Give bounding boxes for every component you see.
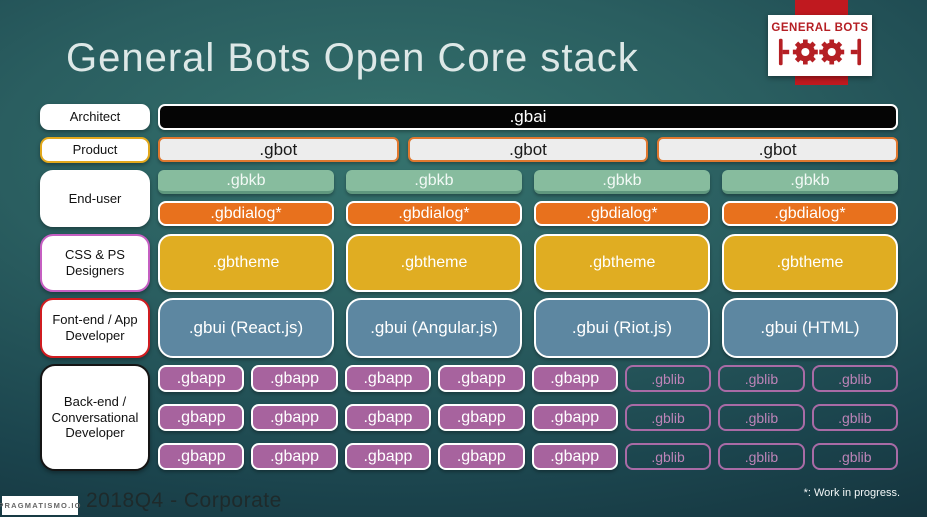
gbapp-box: .gbapp (251, 365, 338, 392)
role-label-frontend-developer: Font-end / App Developer (40, 298, 150, 358)
gblib-box: .gblib (718, 443, 805, 470)
gblib-box: .gblib (624, 443, 712, 470)
brand-logo: GENERAL BOTS (768, 15, 872, 76)
gbapp-box: .gbapp (531, 365, 618, 392)
role-label-backend-developer: Back-end / Conversational Developer (40, 364, 150, 471)
gblib-box: .gblib (624, 365, 712, 392)
gbdialog-row: .gbdialog* .gbdialog* .gbdialog* .gbdial… (158, 201, 898, 226)
footer-caption: 2018Q4 - Corporate (86, 489, 282, 512)
gbapp-box: .gbapp (158, 404, 245, 431)
stack-diagram: Architect Product End-user CSS & PS Desi… (40, 104, 899, 472)
gbai-row: .gbai (158, 104, 898, 130)
gbui-box: .gbui (Angular.js) (346, 298, 522, 358)
gbot-box: .gbot (657, 137, 899, 162)
page-title: General Bots Open Core stack (66, 36, 639, 80)
gbdialog-box: .gbdialog* (722, 201, 898, 226)
gbapp-box: .gbapp (158, 443, 245, 470)
gblib-box: .gblib (718, 365, 805, 392)
gblib-box: .gblib (811, 404, 898, 431)
gbapp-box: .gbapp (438, 443, 525, 470)
gbdialog-box: .gbdialog* (158, 201, 334, 226)
gbapp-box: .gbapp (158, 365, 245, 392)
gbapp-row: .gbapp .gbapp .gbapp .gbapp .gbapp .gbli… (158, 404, 898, 431)
gbapp-box: .gbapp (531, 404, 618, 431)
gbtheme-box: .gbtheme (722, 234, 898, 292)
brand-name: GENERAL BOTS (771, 22, 869, 34)
gbapp-row: .gbapp .gbapp .gbapp .gbapp .gbapp .gbli… (158, 443, 898, 470)
gbapp-box: .gbapp (344, 443, 432, 470)
role-label-architect: Architect (40, 104, 150, 130)
gbot-row: .gbot .gbot .gbot (158, 137, 899, 162)
gblib-box: .gblib (718, 404, 805, 431)
gbdialog-box: .gbdialog* (346, 201, 522, 226)
work-in-progress-footnote: *: Work in progress. (803, 487, 900, 499)
gbui-box: .gbui (Riot.js) (534, 298, 710, 358)
gbkb-box: .gbkb (534, 170, 710, 194)
gbapp-box: .gbapp (438, 365, 525, 392)
gbkb-box: .gbkb (346, 170, 522, 194)
gblib-box: .gblib (624, 404, 712, 431)
gbui-row: .gbui (React.js) .gbui (Angular.js) .gbu… (158, 298, 898, 358)
gbdialog-box: .gbdialog* (534, 201, 710, 226)
gbot-box: .gbot (407, 137, 649, 162)
gbkb-row: .gbkb .gbkb .gbkb .gbkb (158, 170, 898, 194)
gbui-box: .gbui (React.js) (158, 298, 334, 358)
role-label-end-user: End-user (40, 170, 150, 227)
gbtheme-box: .gbtheme (534, 234, 710, 292)
gears-icon (778, 38, 862, 66)
gbai-bar: .gbai (158, 104, 898, 130)
gbtheme-row: .gbtheme .gbtheme .gbtheme .gbtheme (158, 234, 898, 292)
gbot-box: .gbot (158, 137, 399, 162)
role-label-product: Product (40, 137, 150, 163)
gbapp-box: .gbapp (251, 404, 338, 431)
pragmatismo-badge: PRAGMATISMO.IO (0, 496, 80, 515)
gblib-box: .gblib (811, 443, 898, 470)
gbapp-box: .gbapp (438, 404, 525, 431)
role-label-designers: CSS & PS Designers (40, 234, 150, 292)
gbapp-box: .gbapp (531, 443, 618, 470)
gbtheme-box: .gbtheme (346, 234, 522, 292)
slide: { "title": "General Bots Open Core stack… (0, 0, 927, 517)
gbtheme-box: .gbtheme (158, 234, 334, 292)
gbapp-box: .gbapp (344, 404, 432, 431)
gbui-box: .gbui (HTML) (722, 298, 898, 358)
gblib-box: .gblib (811, 365, 898, 392)
gbapp-box: .gbapp (251, 443, 338, 470)
gbapp-box: .gbapp (344, 365, 432, 392)
gbkb-box: .gbkb (722, 170, 898, 194)
gbapp-row: .gbapp .gbapp .gbapp .gbapp .gbapp .gbli… (158, 365, 898, 392)
gbkb-box: .gbkb (158, 170, 334, 194)
